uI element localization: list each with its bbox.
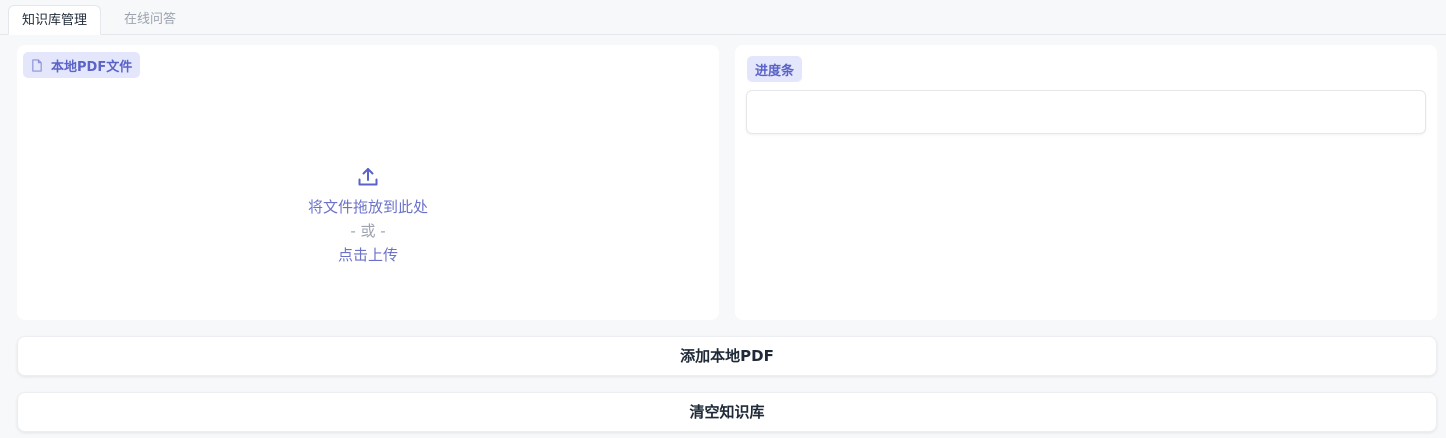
progress-panel: 进度条: [735, 45, 1437, 320]
file-drop-zone[interactable]: 将文件拖放到此处 - 或 - 点击上传: [17, 165, 719, 267]
or-separator: - 或 -: [350, 222, 386, 240]
pdf-upload-panel: 本地PDF文件 将文件拖放到此处 - 或 - 点击上传: [17, 45, 719, 320]
add-local-pdf-button[interactable]: 添加本地PDF: [17, 336, 1437, 376]
progress-textbox[interactable]: [746, 90, 1426, 134]
clear-knowledge-base-button[interactable]: 清空知识库: [17, 392, 1437, 432]
drop-text: 将文件拖放到此处: [307, 198, 428, 216]
click-upload-text[interactable]: 点击上传: [17, 243, 719, 267]
tab-knowledge-base[interactable]: 知识库管理: [8, 5, 102, 35]
file-icon: [32, 58, 42, 72]
upload-icon: [358, 168, 378, 186]
pdf-file-label-text: 本地PDF文件: [51, 59, 133, 75]
tab-online-qa[interactable]: 在线问答: [111, 5, 189, 35]
progress-label: 进度条: [747, 56, 803, 82]
tab-bar: 知识库管理 在线问答: [0, 0, 1446, 35]
pdf-file-label: 本地PDF文件: [23, 52, 141, 78]
